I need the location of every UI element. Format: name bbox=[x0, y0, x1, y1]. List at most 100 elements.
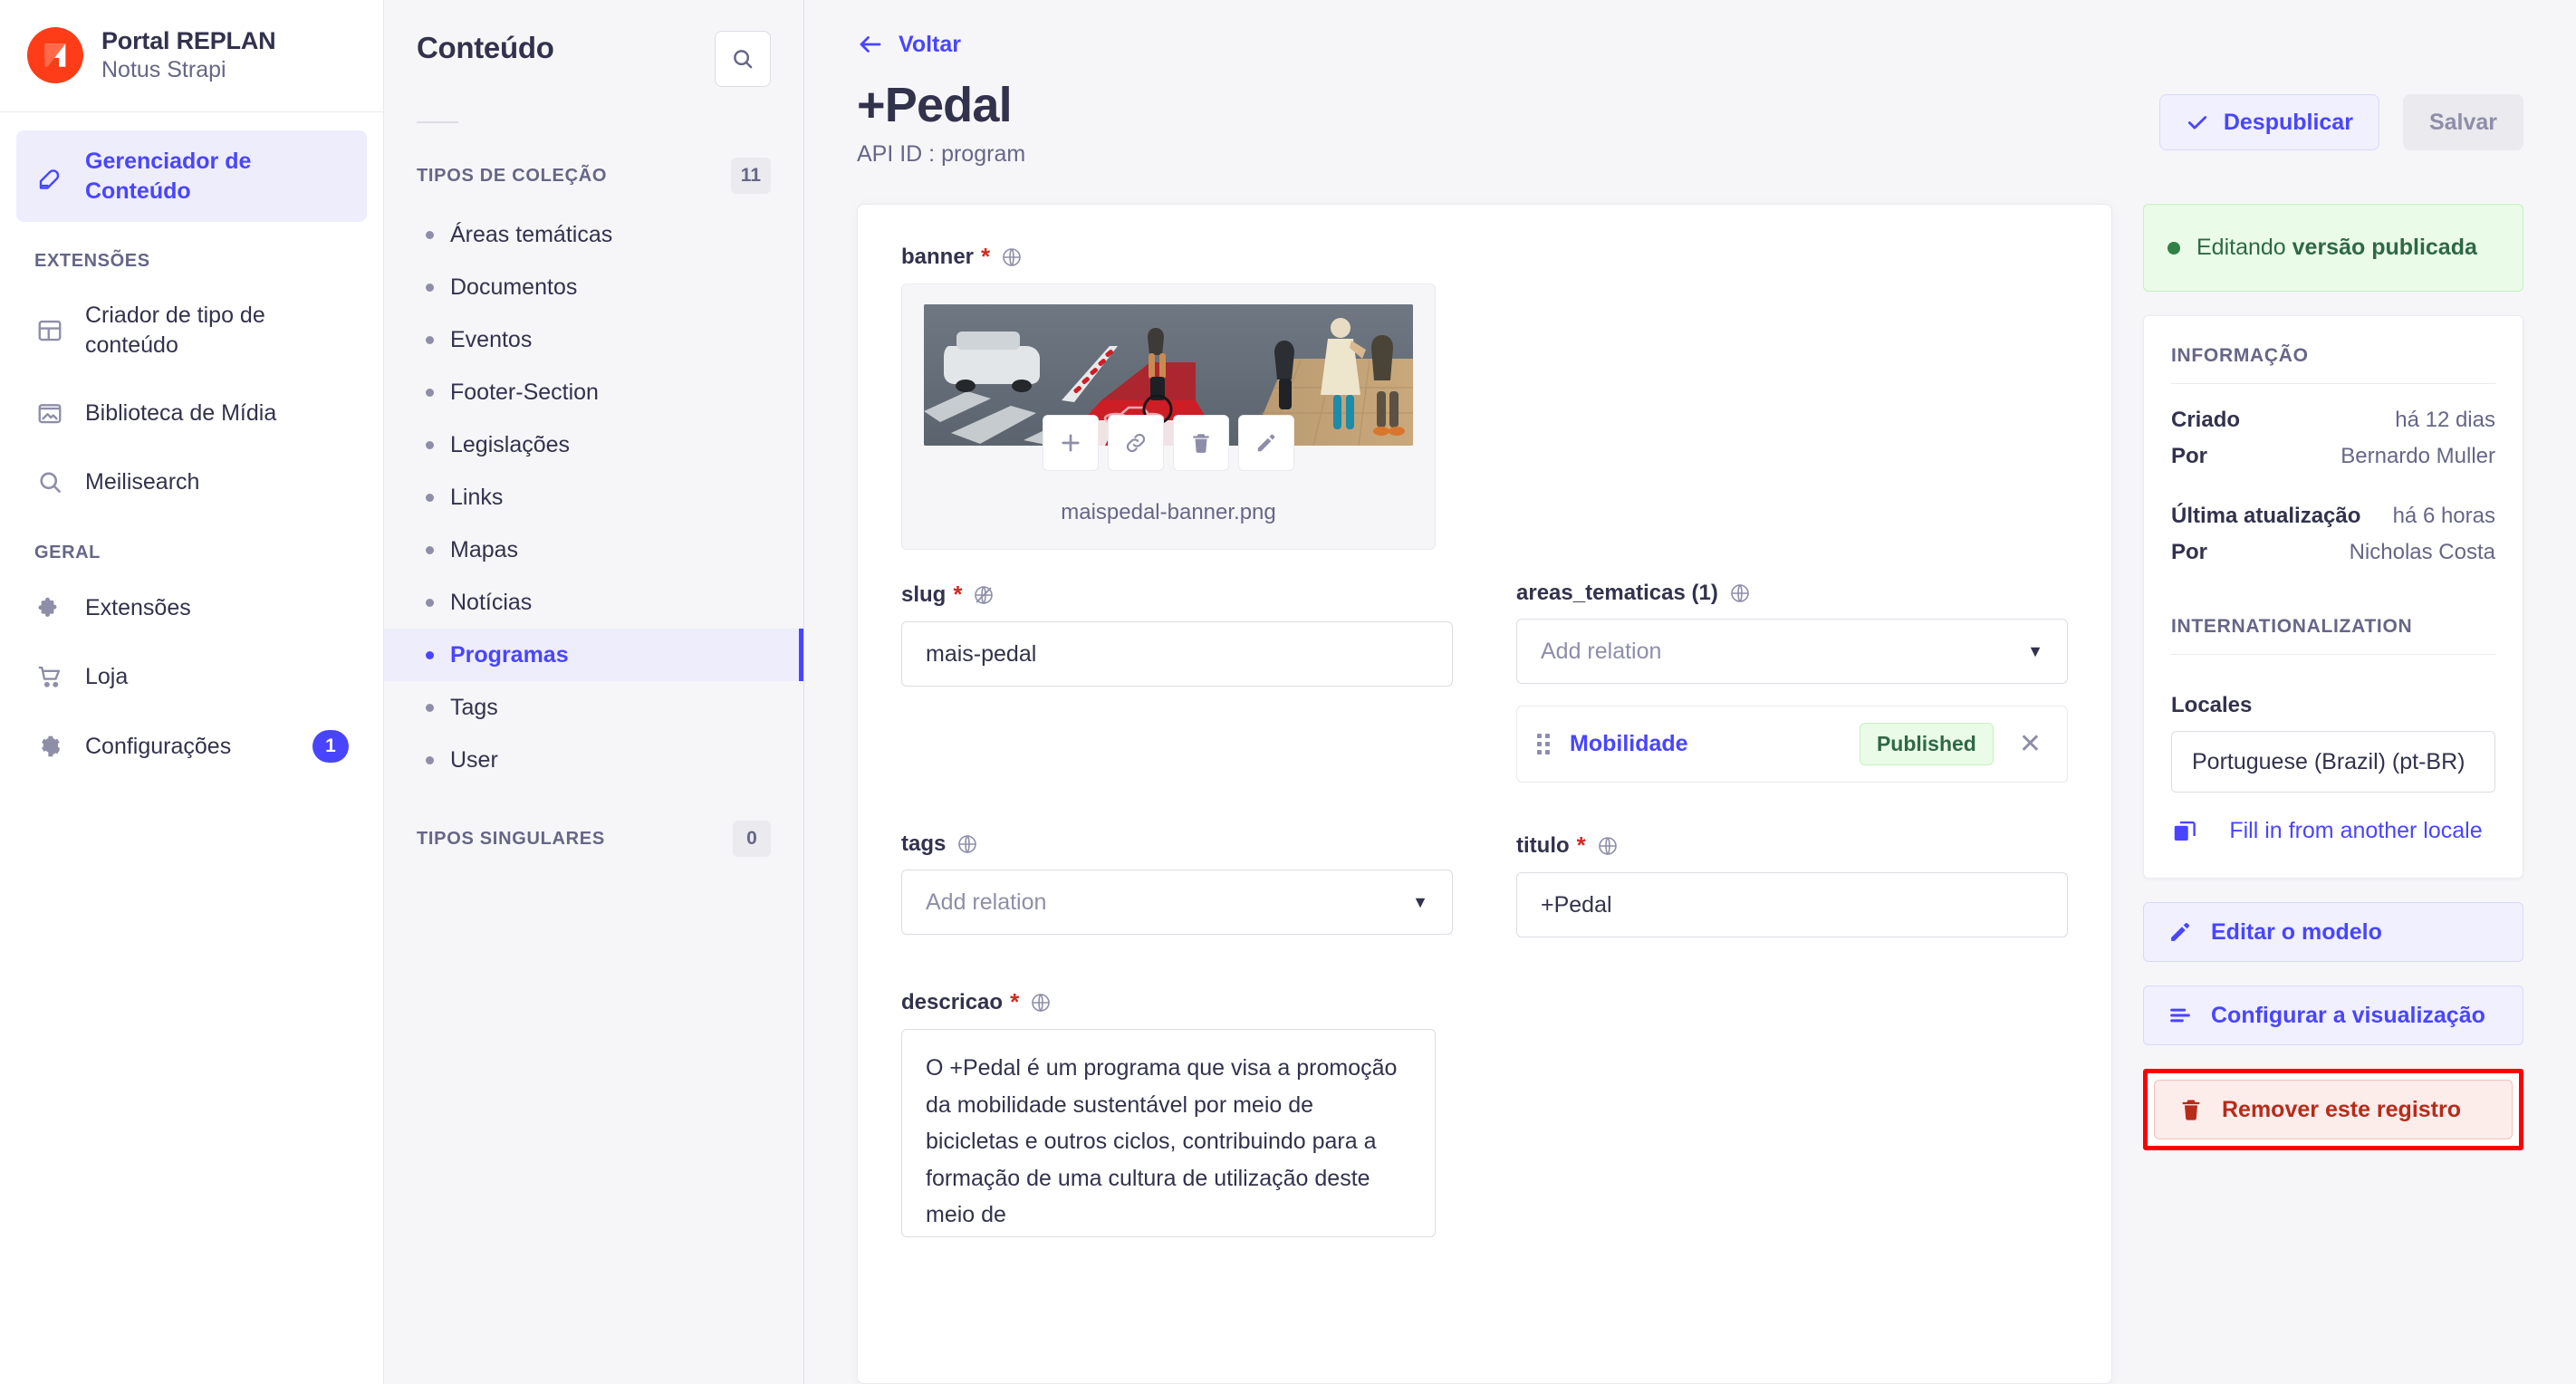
puzzle-piece-icon bbox=[34, 592, 65, 623]
unpublish-label: Despublicar bbox=[2223, 109, 2353, 135]
collection-type-label: Tags bbox=[450, 694, 498, 720]
collection-type-programas[interactable]: Programas bbox=[384, 629, 803, 681]
info-key: Por bbox=[2171, 444, 2208, 469]
list-item[interactable]: Áreas temáticas bbox=[384, 208, 803, 261]
tags-relation-select[interactable]: Add relation ▼ bbox=[901, 870, 1453, 936]
edit-asset-button[interactable] bbox=[1238, 415, 1294, 472]
relation-name[interactable]: Mobilidade bbox=[1570, 731, 1840, 757]
slug-input[interactable]: mais-pedal bbox=[901, 621, 1453, 687]
descricao-label-text: descricao bbox=[901, 989, 1004, 1014]
list-item[interactable]: Documentos bbox=[384, 261, 803, 313]
slug-value: mais-pedal bbox=[926, 640, 1037, 667]
bullet-icon bbox=[426, 703, 434, 712]
globe-icon bbox=[1001, 246, 1023, 268]
relation-item-mobilidade[interactable]: Mobilidade Published ✕ bbox=[1516, 706, 2068, 783]
save-button[interactable]: Salvar bbox=[2402, 94, 2523, 150]
single-types-group-header: TIPOS SINGULARES 0 bbox=[384, 786, 803, 871]
sidebar-item-configuracoes[interactable]: Configurações 1 bbox=[16, 714, 367, 779]
locale-select[interactable]: Portuguese (Brazil) (pt-BR) bbox=[2171, 731, 2495, 793]
unpublish-button[interactable]: Despublicar bbox=[2158, 94, 2379, 150]
configure-view-button[interactable]: Configurar a visualização bbox=[2143, 985, 2523, 1046]
list-item[interactable]: Legislações bbox=[384, 418, 803, 471]
delete-button-highlight: Remover este registro bbox=[2143, 1069, 2523, 1151]
list-item[interactable]: Links bbox=[384, 471, 803, 524]
layout-blocks-icon bbox=[34, 315, 65, 346]
info-row-criado: Criado há 12 dias bbox=[2171, 408, 2495, 433]
entry-form-card: banner * maispedal-banner.png slug * mai… bbox=[857, 204, 2112, 1384]
bullet-icon bbox=[426, 755, 434, 764]
main-content: Voltar +Pedal API ID : program Despublic… bbox=[804, 0, 2576, 1384]
required-marker: * bbox=[1010, 988, 1020, 1016]
titulo-input[interactable]: +Pedal bbox=[1516, 872, 2068, 938]
bullet-icon bbox=[426, 283, 434, 292]
collection-type-label: Footer-Section bbox=[450, 379, 599, 405]
field-label-areas-tematicas: areas_tematicas (1) bbox=[1516, 581, 2068, 606]
check-icon bbox=[2186, 111, 2209, 134]
fill-from-locale-button[interactable]: Fill in from another locale bbox=[2171, 816, 2495, 847]
list-item[interactable]: Mapas bbox=[384, 524, 803, 576]
delete-entry-button[interactable]: Remover este registro bbox=[2154, 1080, 2513, 1140]
delete-asset-button[interactable] bbox=[1173, 415, 1229, 472]
list-item[interactable]: Footer-Section bbox=[384, 366, 803, 418]
entry-body: banner * maispedal-banner.png slug * mai… bbox=[804, 168, 2576, 1384]
close-icon[interactable]: ✕ bbox=[2014, 728, 2047, 760]
list-item[interactable]: Tags bbox=[384, 681, 803, 734]
sidebar-item-media-library[interactable]: Biblioteca de Mídia bbox=[16, 381, 367, 445]
edit-model-button[interactable]: Editar o modelo bbox=[2143, 902, 2523, 963]
information-card: INFORMAÇÃO Criado há 12 dias Por Bernard… bbox=[2143, 315, 2523, 879]
sidebar-item-content-manager[interactable]: Gerenciador de Conteúdo bbox=[16, 130, 367, 222]
banner-thumb-wrap bbox=[922, 304, 1415, 472]
sidebar-item-label: Configurações bbox=[85, 733, 232, 759]
entry-header: Voltar +Pedal API ID : program Despublic… bbox=[804, 0, 2576, 168]
sidebar-item-loja[interactable]: Loja bbox=[16, 645, 367, 708]
bullet-icon bbox=[426, 493, 434, 502]
field-tags: tags Add relation ▼ bbox=[901, 831, 1453, 937]
unlink-globe-icon bbox=[973, 584, 995, 606]
section-divider bbox=[2171, 654, 2495, 656]
list-item[interactable]: Notícias bbox=[384, 576, 803, 629]
drag-handle-icon[interactable] bbox=[1537, 734, 1550, 755]
list-item[interactable]: Eventos bbox=[384, 313, 803, 366]
sidebar-item-label: Extensões bbox=[85, 594, 191, 620]
content-panel-header: Conteúdo bbox=[384, 0, 803, 123]
sidebar-item-label: Biblioteca de Mídia bbox=[85, 399, 277, 426]
areas-placeholder: Add relation bbox=[1541, 638, 1662, 664]
collection-type-label: Programas bbox=[450, 641, 569, 668]
content-panel-title: Conteúdo bbox=[417, 31, 554, 64]
back-link[interactable]: Voltar bbox=[857, 31, 961, 58]
pencil-icon bbox=[1254, 431, 1278, 455]
trash-icon bbox=[1189, 431, 1213, 455]
sidebar-item-label: Gerenciador de Conteúdo bbox=[85, 149, 252, 204]
fields-grid: slug * mais-pedal areas_tematicas (1) Ad… bbox=[901, 581, 2068, 1238]
required-marker: * bbox=[981, 243, 991, 271]
content-search-button[interactable] bbox=[715, 31, 771, 87]
field-label-tags: tags bbox=[901, 831, 1453, 857]
sidebar-item-meilisearch[interactable]: Meilisearch bbox=[16, 450, 367, 514]
required-marker: * bbox=[953, 581, 963, 609]
info-row-atualizado-por: Por Nicholas Costa bbox=[2171, 540, 2495, 565]
field-areas-tematicas: areas_tematicas (1) Add relation ▼ Mobil… bbox=[1516, 581, 2068, 783]
sidebar-section-title-general: GERAL bbox=[34, 543, 101, 562]
left-sidebar: Portal REPLAN Notus Strapi Gerenciador d… bbox=[0, 0, 384, 1384]
sidebar-item-content-type-builder[interactable]: Criador de tipo de conteúdo bbox=[16, 284, 367, 376]
list-item[interactable]: User bbox=[384, 734, 803, 786]
chevron-down-icon: ▼ bbox=[1412, 892, 1428, 911]
publish-status-card: Editando versão publicada bbox=[2143, 204, 2523, 293]
add-asset-button[interactable] bbox=[1043, 415, 1099, 472]
plus-icon bbox=[1058, 430, 1083, 456]
brand-header[interactable]: Portal REPLAN Notus Strapi bbox=[0, 0, 383, 112]
required-marker: * bbox=[1576, 831, 1586, 860]
areas-label-text: areas_tematicas (1) bbox=[1516, 581, 1718, 606]
descricao-textarea[interactable]: O +Pedal é um programa que visa a promoç… bbox=[901, 1029, 1436, 1238]
page-title: +Pedal bbox=[857, 78, 1013, 132]
banner-upload-box[interactable]: maispedal-banner.png bbox=[901, 284, 1436, 551]
areas-relation-select[interactable]: Add relation ▼ bbox=[1516, 619, 2068, 685]
banner-action-bar bbox=[1043, 415, 1294, 472]
sidebar-item-extensoes[interactable]: Extensões bbox=[16, 576, 367, 639]
settings-badge: 1 bbox=[312, 730, 349, 763]
collection-type-label: User bbox=[450, 746, 498, 773]
copy-link-button[interactable] bbox=[1108, 415, 1164, 472]
collection-type-label: Links bbox=[450, 484, 504, 510]
banner-label-text: banner bbox=[901, 244, 975, 269]
